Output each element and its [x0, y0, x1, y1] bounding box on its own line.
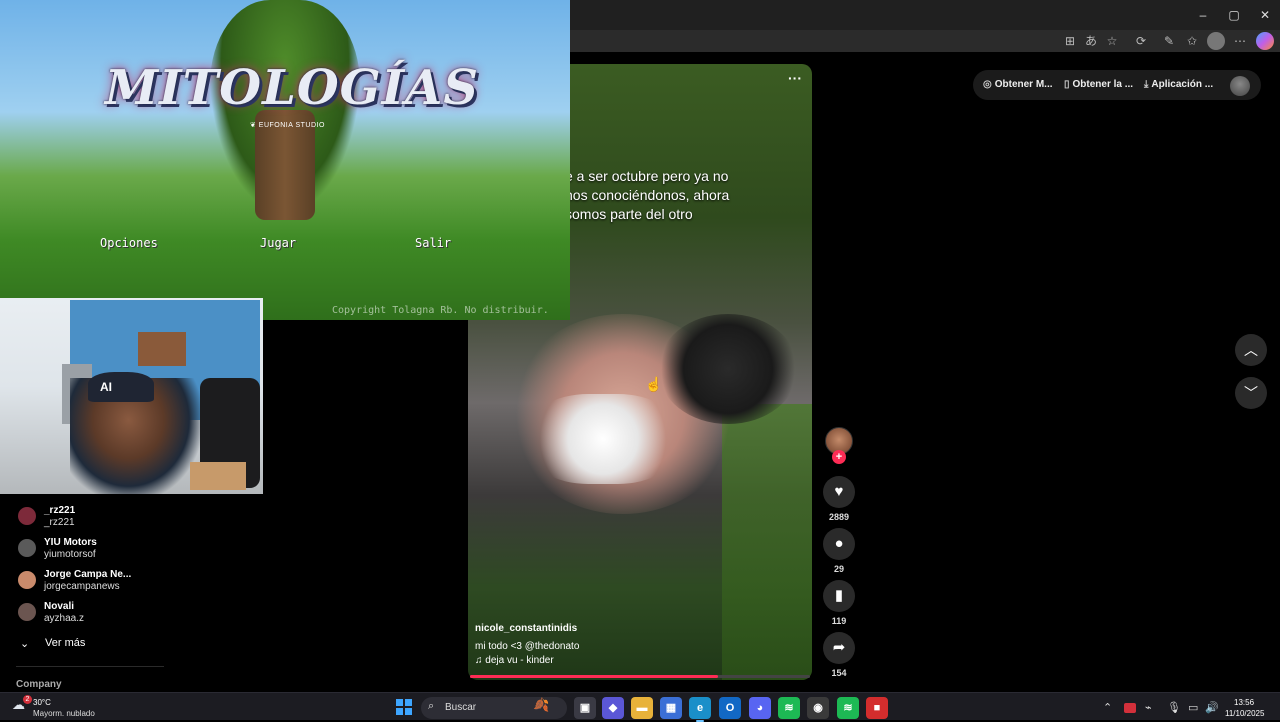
- download-icon: ⤓: [1144, 79, 1149, 90]
- video-author[interactable]: nicole_constantinidis: [475, 623, 577, 634]
- game-stream-overlay: MITOLOGÍAS ❦ EUFONIA STUDIO Opciones Jug…: [0, 0, 570, 320]
- search-icon: ⌕: [428, 700, 435, 712]
- desktop-app-link[interactable]: ⤓ Aplicación ...: [1144, 79, 1213, 93]
- video-song[interactable]: ♫ deja vu - kinder: [475, 655, 554, 666]
- edge-taskbar-icon[interactable]: e: [689, 697, 711, 722]
- minimize-button[interactable]: –: [1188, 6, 1218, 24]
- like-button[interactable]: ♥: [823, 476, 855, 508]
- weather-badge: 2: [23, 695, 32, 704]
- microsoft-store-taskbar-icon[interactable]: ▦: [660, 697, 682, 719]
- account-handle[interactable]: _rz221: [44, 517, 75, 528]
- share-count: 154: [831, 668, 847, 678]
- chevron-down-icon: ﹀: [1244, 385, 1258, 401]
- share-icon: ➦: [832, 639, 846, 656]
- profile-icon[interactable]: [1207, 32, 1225, 50]
- windows-start-button[interactable]: [396, 699, 412, 715]
- copilot-taskbar-icon[interactable]: ◆: [602, 697, 624, 719]
- cap-logo: AI: [100, 380, 112, 394]
- account-avatar[interactable]: [18, 539, 36, 557]
- bookmark-icon: ▮: [834, 587, 844, 604]
- user-avatar[interactable]: [1230, 76, 1250, 96]
- chevron-down-icon[interactable]: ⌄: [20, 637, 29, 650]
- chevron-up-icon: ︿: [1244, 342, 1258, 358]
- company-link[interactable]: Company: [16, 679, 62, 690]
- grid-icon[interactable]: ⊞: [1061, 32, 1079, 50]
- share-button[interactable]: ➦: [823, 632, 855, 664]
- get-app-link[interactable]: ▯ Obtener la ...: [1064, 79, 1133, 93]
- video-more-button[interactable]: ···: [786, 71, 804, 88]
- like-count: 2889: [828, 512, 850, 522]
- account-handle[interactable]: yiumotorsof: [44, 549, 96, 560]
- get-coins-link[interactable]: ◎ Obtener M...: [983, 79, 1053, 93]
- video-progress-bar[interactable]: [470, 675, 810, 678]
- close-button[interactable]: ✕: [1250, 6, 1280, 24]
- account-name[interactable]: Novali: [44, 601, 74, 612]
- puzzle-icon[interactable]: ⟳: [1132, 32, 1150, 50]
- next-video-button[interactable]: ﹀: [1235, 377, 1267, 409]
- weather-condition[interactable]: Mayorm. nublado: [33, 709, 95, 718]
- previous-video-button[interactable]: ︿: [1235, 334, 1267, 366]
- save-button[interactable]: ▮: [823, 580, 855, 612]
- outlook-taskbar-icon[interactable]: O: [719, 697, 741, 719]
- search-placeholder: Buscar: [445, 702, 477, 713]
- game-menu-play: Jugar: [260, 236, 297, 250]
- get-coins-label: Obtener M...: [994, 79, 1053, 90]
- heart-icon: ♥: [834, 483, 844, 500]
- spotify-taskbar-icon[interactable]: ≋: [778, 697, 800, 719]
- volume-icon[interactable]: 🔊: [1205, 701, 1219, 714]
- chevron-up-icon[interactable]: ⌃: [1103, 701, 1112, 714]
- account-handle[interactable]: jorgecampanews: [44, 581, 120, 592]
- follow-plus-icon[interactable]: +: [832, 450, 846, 464]
- more-icon[interactable]: ⋯: [1231, 32, 1249, 50]
- video-description: mi todo <3 @thedonato: [475, 641, 580, 652]
- discord-taskbar-icon[interactable]: ◕: [749, 697, 771, 719]
- game-menu-options: Opciones: [100, 236, 158, 250]
- account-name[interactable]: _rz221: [44, 505, 75, 516]
- game-title: MITOLOGÍAS: [105, 60, 480, 116]
- game-studio: ❦ EUFONIA STUDIO: [250, 122, 325, 129]
- game-menu-exit: Salir: [415, 236, 452, 250]
- video-caption-overlay: e a ser octubre pero ya no nos conociénd…: [565, 168, 730, 222]
- phone-icon: ▯: [1064, 79, 1070, 90]
- display-icon[interactable]: ▭: [1188, 701, 1198, 714]
- favorites-icon[interactable]: ✩: [1183, 32, 1201, 50]
- translate-icon[interactable]: あ: [1082, 32, 1100, 50]
- coin-icon: ◎: [983, 79, 992, 90]
- clock-date[interactable]: 11/10/2025: [1225, 709, 1264, 718]
- account-name[interactable]: Jorge Campa Ne...: [44, 569, 131, 580]
- comment-icon: ●: [834, 535, 844, 552]
- webcam-overlay: AI: [0, 298, 263, 494]
- network-off-icon[interactable]: ⌁: [1145, 701, 1152, 714]
- account-name[interactable]: YIU Motors: [44, 537, 97, 548]
- account-avatar[interactable]: [18, 603, 36, 621]
- clock-time[interactable]: 13:56: [1234, 698, 1254, 707]
- account-avatar[interactable]: [18, 571, 36, 589]
- copilot-icon[interactable]: [1256, 32, 1274, 50]
- desktop-app-label: Aplicación ...: [1151, 79, 1214, 90]
- mouse-cursor: ☝: [645, 376, 663, 392]
- task-view-taskbar-icon[interactable]: ▣: [574, 697, 596, 719]
- star-icon[interactable]: ☆: [1103, 32, 1121, 50]
- microphone-icon[interactable]: 🎙: [1167, 701, 1181, 714]
- maximize-button[interactable]: ▢: [1219, 6, 1249, 24]
- app-red-taskbar-icon[interactable]: ■: [866, 697, 888, 719]
- account-handle[interactable]: ayzhaa.z: [44, 613, 84, 624]
- extensions-icon[interactable]: ✎: [1160, 32, 1178, 50]
- file-explorer-taskbar-icon[interactable]: ▬: [631, 697, 653, 719]
- get-app-label: Obtener la ...: [1072, 79, 1134, 90]
- weather-temperature[interactable]: 30°C: [33, 698, 51, 707]
- comment-count: 29: [833, 564, 844, 574]
- search-highlight-icon: 🍂: [533, 697, 550, 712]
- obs-taskbar-icon[interactable]: ◉: [807, 697, 829, 719]
- sidebar-divider: [16, 666, 164, 667]
- comment-button[interactable]: ●: [823, 528, 855, 560]
- spotify-2-taskbar-icon[interactable]: ≋: [837, 697, 859, 719]
- video-progress-fill: [470, 675, 719, 678]
- game-copyright: Copyright Tolagna Rb. No distribuir.: [332, 305, 549, 316]
- account-avatar[interactable]: [18, 507, 36, 525]
- recording-icon[interactable]: [1124, 703, 1136, 713]
- see-more-link[interactable]: Ver más: [45, 637, 85, 649]
- save-count: 119: [831, 616, 847, 626]
